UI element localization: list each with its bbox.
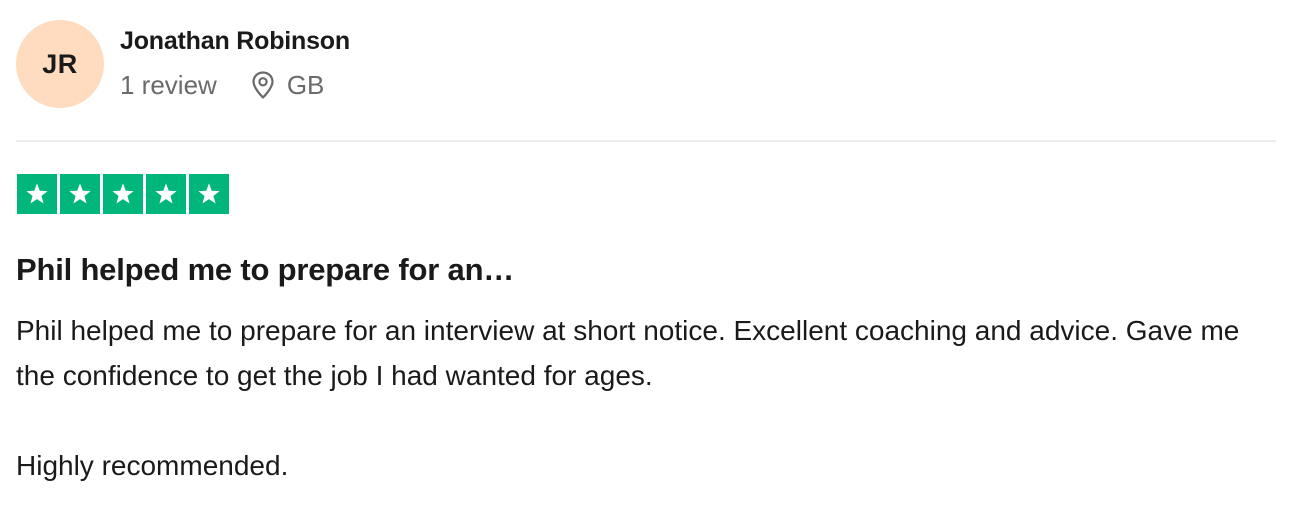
star-rating [17,174,229,214]
review-title[interactable]: Phil helped me to prepare for an… [16,250,514,290]
star-icon [189,174,229,214]
review-count: 1 review [120,70,217,100]
star-icon [146,174,186,214]
consumer-location: GB [249,70,325,100]
review-paragraph: Highly recommended. [16,450,289,481]
review-paragraph: Phil helped me to prepare for an intervi… [16,315,1240,391]
avatar-initials: JR [42,48,78,79]
consumer-info: Jonathan Robinson 1 review GB [120,26,350,100]
consumer-meta: 1 review GB [120,70,350,100]
consumer-header: JR Jonathan Robinson 1 review GB [16,20,350,108]
avatar[interactable]: JR [16,20,104,108]
star-icon [17,174,57,214]
star-icon [103,174,143,214]
consumer-country: GB [286,70,325,100]
star-icon [60,174,100,214]
consumer-name[interactable]: Jonathan Robinson [120,26,350,56]
divider [16,140,1276,142]
review-body: Phil helped me to prepare for an intervi… [16,308,1256,488]
location-pin-icon [249,70,277,100]
review-card: JR Jonathan Robinson 1 review GB Phil he… [0,0,1298,510]
